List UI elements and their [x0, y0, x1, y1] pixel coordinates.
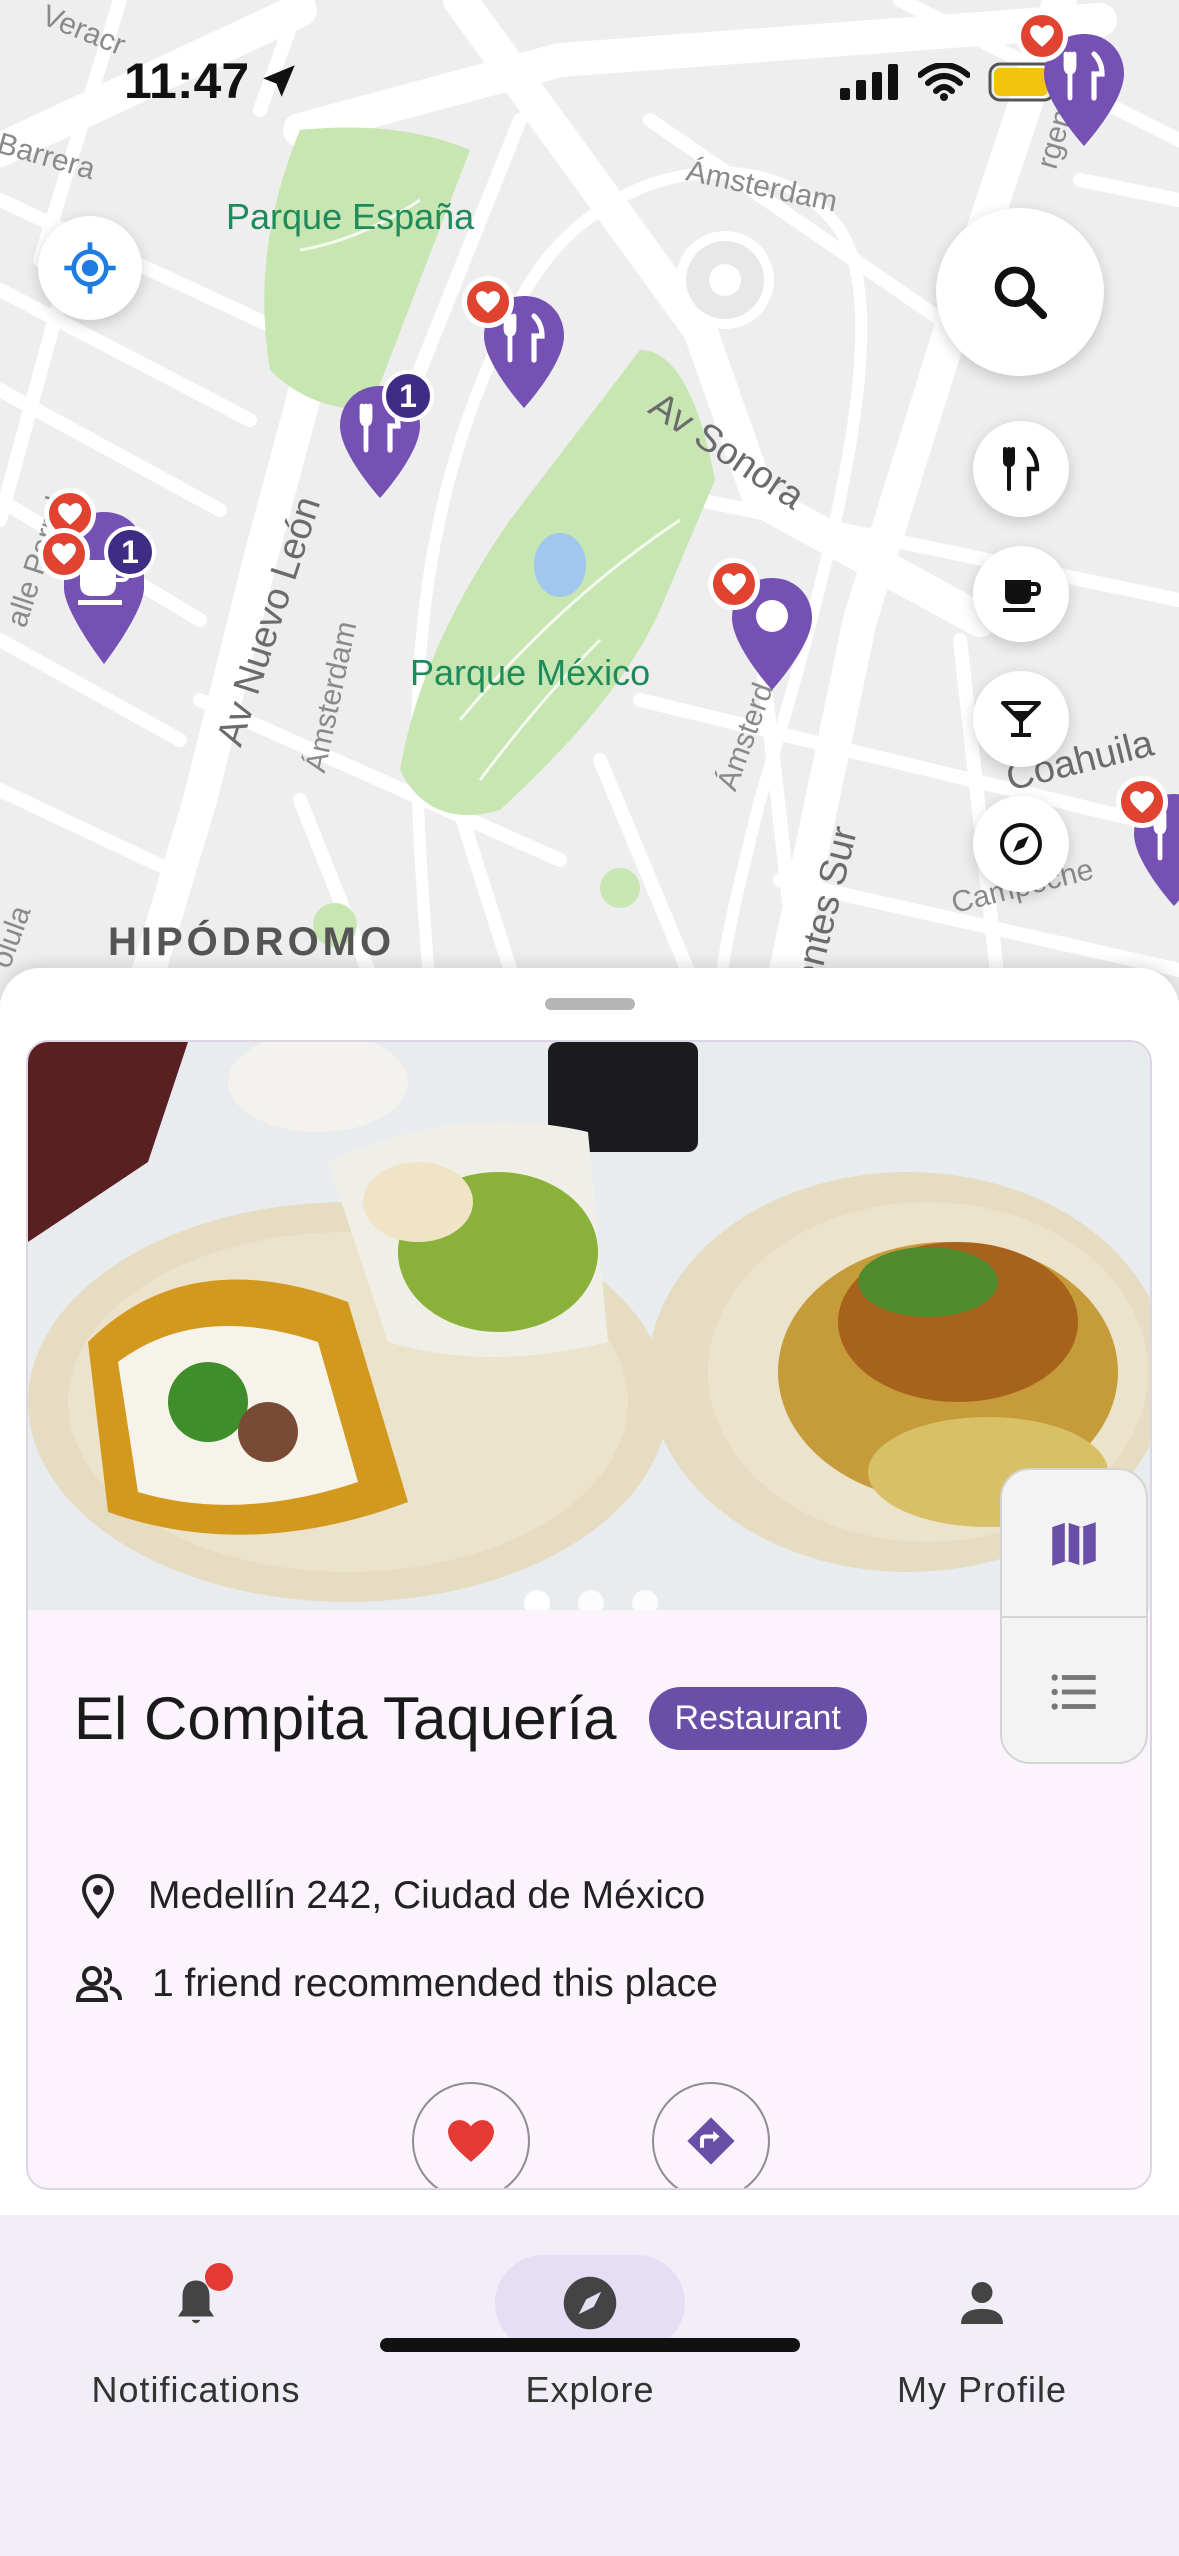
cellular-signal-icon: [840, 64, 898, 100]
cafe-pin[interactable]: 1: [38, 488, 156, 673]
place-card[interactable]: El Compita Taquería Restaurant Medellín …: [26, 1040, 1152, 2190]
my-location-button[interactable]: [38, 216, 142, 320]
carousel-indicator: [28, 1590, 1150, 1610]
filter-restaurants-button[interactable]: [973, 421, 1069, 517]
people-icon: [75, 1966, 122, 2002]
park-label: Parque España: [226, 196, 475, 237]
map-icon: [1052, 1522, 1096, 1566]
favorite-button[interactable]: [412, 2082, 530, 2188]
filter-bars-button[interactable]: [973, 671, 1069, 767]
place-name: El Compita Taquería: [74, 1685, 617, 1752]
fork-knife-icon: [1003, 446, 1040, 492]
status-icons: [840, 62, 1064, 102]
category-badge: Restaurant: [648, 1687, 867, 1750]
sheet-drag-handle[interactable]: [545, 998, 635, 1010]
nav-icon-container: [101, 2255, 291, 2351]
list-icon: [1051, 1674, 1096, 1710]
nav-label: My Profile: [896, 2369, 1068, 2410]
restaurant-pin[interactable]: [1016, 10, 1128, 155]
status-time: 11:47: [124, 53, 250, 109]
search-icon: [994, 266, 1048, 320]
cocktail-icon: [1001, 701, 1041, 737]
place-address: Medellín 242, Ciudad de México: [148, 1874, 706, 1917]
favorite-badge: [708, 558, 760, 610]
map-view-button[interactable]: [1002, 1470, 1146, 1618]
nav-icon-container: [495, 2255, 685, 2351]
cup-icon: [1003, 580, 1042, 612]
heart-icon: [52, 543, 76, 565]
compass-icon: [1000, 823, 1042, 865]
friend-count-badge: 1: [104, 526, 156, 578]
home-indicator[interactable]: [380, 2338, 800, 2352]
list-view-button[interactable]: [1002, 1618, 1146, 1762]
favorite-badge: [1016, 10, 1068, 62]
nav-my-profile[interactable]: My Profile: [832, 2255, 1132, 2411]
heart-icon: [1130, 791, 1154, 813]
carousel-dot[interactable]: [524, 1590, 550, 1610]
location-pin-icon: [81, 1873, 115, 1920]
restaurant-pin[interactable]: [1116, 776, 1179, 915]
carousel-dot[interactable]: [632, 1590, 658, 1610]
crosshair-icon: [64, 242, 116, 294]
nav-explore[interactable]: Explore: [440, 2255, 740, 2411]
address-row: Medellín 242, Ciudad de México: [74, 1872, 705, 1920]
bottom-navigation: Notifications Explore My Profile: [0, 2215, 1179, 2556]
favorite-badge: [38, 528, 90, 580]
view-toggle[interactable]: [1000, 1468, 1148, 1764]
park-label: Parque México: [410, 652, 651, 693]
restaurant-pin[interactable]: 1: [336, 370, 434, 507]
nav-notifications[interactable]: Notifications: [46, 2255, 346, 2411]
notification-dot: [205, 2263, 233, 2291]
favorite-badge: [462, 276, 514, 328]
selected-place-pin[interactable]: [708, 558, 816, 699]
heart-icon: [1030, 25, 1054, 47]
nav-icon-container: [887, 2255, 1077, 2351]
heart-icon: [58, 503, 82, 525]
heart-icon: [476, 291, 500, 313]
friends-recommended-text: 1 friend recommended this place: [152, 1962, 718, 2005]
wifi-icon: [918, 63, 970, 101]
nav-label: Notifications: [91, 2369, 301, 2410]
restaurant-pin[interactable]: [462, 276, 568, 417]
search-button[interactable]: [936, 208, 1104, 376]
compass-icon: [563, 2276, 617, 2330]
heart-icon: [722, 573, 746, 595]
directions-button[interactable]: [652, 2082, 770, 2188]
filter-cafes-button[interactable]: [973, 546, 1069, 642]
place-title-row: El Compita Taquería Restaurant: [74, 1684, 867, 1753]
map-view[interactable]: Parque España Parque México Ámsterdam Av…: [0, 0, 1179, 1000]
carousel-dot[interactable]: [578, 1590, 604, 1610]
friend-count-badge: 1: [382, 370, 434, 422]
directions-icon: [687, 2117, 735, 2165]
filter-explore-button[interactable]: [973, 796, 1069, 892]
location-arrow-icon: [263, 65, 295, 97]
heart-icon: [448, 2120, 494, 2162]
place-photo-carousel[interactable]: [28, 1042, 1150, 1610]
nav-label: Explore: [525, 2369, 655, 2410]
district-label: HIPÓDROMO: [108, 920, 396, 964]
favorite-badge: [1116, 776, 1168, 828]
person-icon: [961, 2282, 1003, 2324]
friends-row: 1 friend recommended this place: [74, 1960, 718, 2008]
food-photo: [28, 1042, 1150, 1610]
